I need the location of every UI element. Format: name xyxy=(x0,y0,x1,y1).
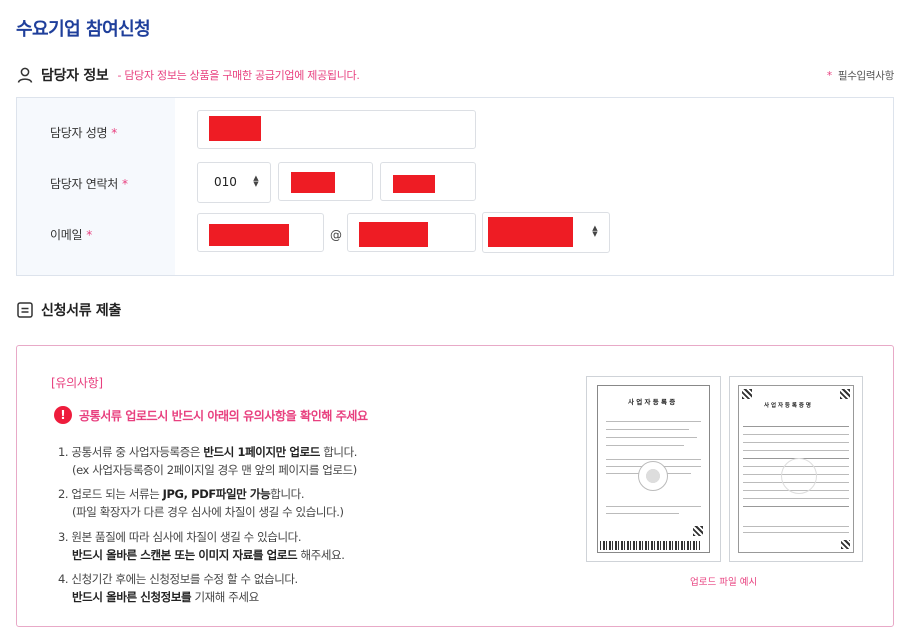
notice-box: [유의사항] ! 공통서류 업로드시 반드시 아래의 유의사항을 확인해 주세요… xyxy=(16,345,894,627)
list-item: 4. 신청기간 후에는 신청정보를 수정 할 수 없습니다. 반드시 올바른 신… xyxy=(58,572,298,604)
contact-section-note: - 담당자 정보는 상품을 구매한 공급기업에 제공됩니다. xyxy=(117,69,360,82)
phone-prefix-select[interactable]: 010 ▲ ▼ xyxy=(197,162,271,203)
name-input[interactable] xyxy=(197,110,476,149)
page-title: 수요기업 참여신청 xyxy=(16,19,151,40)
email-domain-input[interactable] xyxy=(347,213,476,252)
email-at-sign: @ xyxy=(330,228,342,242)
redacted-value xyxy=(359,222,428,247)
sample-document-image: 사 업 자 등 록 증 명 xyxy=(729,376,863,562)
list-item: 2. 업로드 되는 서류는 JPG, PDF파일만 가능합니다. (파일 확장자… xyxy=(58,487,344,519)
redacted-value xyxy=(488,217,573,247)
notice-title: [유의사항] xyxy=(51,376,103,390)
redacted-value xyxy=(209,116,261,141)
sample-caption: 업로드 파일 예시 xyxy=(690,577,758,588)
exclamation-icon: ! xyxy=(54,406,72,424)
docs-section-title: 신청서류 제출 xyxy=(41,303,122,319)
phone-label: 담당자 연락처 * xyxy=(50,177,128,191)
warning-row: ! 공통서류 업로드시 반드시 아래의 유의사항을 확인해 주세요 xyxy=(54,406,368,424)
phone-middle-input[interactable] xyxy=(278,162,373,201)
required-legend: * 필수입력사항 xyxy=(826,70,894,82)
email-domain-select[interactable]: ▲ ▼ xyxy=(482,212,610,253)
redacted-value xyxy=(393,175,435,193)
docs-section-header: 신청서류 제출 xyxy=(16,300,121,320)
updown-arrow-icon: ▲ ▼ xyxy=(253,174,259,188)
user-icon xyxy=(17,67,33,83)
warning-text: 공통서류 업로드시 반드시 아래의 유의사항을 확인해 주세요 xyxy=(79,408,368,423)
phone-last-input[interactable] xyxy=(380,162,476,201)
list-item: 3. 원본 품질에 따라 심사에 차질이 생길 수 있습니다. 반드시 올바른 … xyxy=(58,530,345,562)
contact-section-title: 담당자 정보 xyxy=(41,68,109,84)
name-label: 담당자 성명 * xyxy=(50,126,117,140)
list-item: 1. 공통서류 중 사업자등록증은 반드시 1페이지만 업로드 합니다. (ex… xyxy=(58,445,358,477)
contact-section-header: 담당자 정보 - 담당자 정보는 상품을 구매한 공급기업에 제공됩니다. xyxy=(16,65,360,85)
sample-document-image: 사 업 자 등 록 증 xyxy=(586,376,721,562)
email-id-input[interactable] xyxy=(197,213,324,252)
email-label: 이메일 * xyxy=(50,228,92,242)
updown-arrow-icon: ▲ ▼ xyxy=(592,224,598,238)
document-list-icon xyxy=(17,302,33,318)
redacted-value xyxy=(291,172,335,193)
redacted-value xyxy=(209,224,289,246)
